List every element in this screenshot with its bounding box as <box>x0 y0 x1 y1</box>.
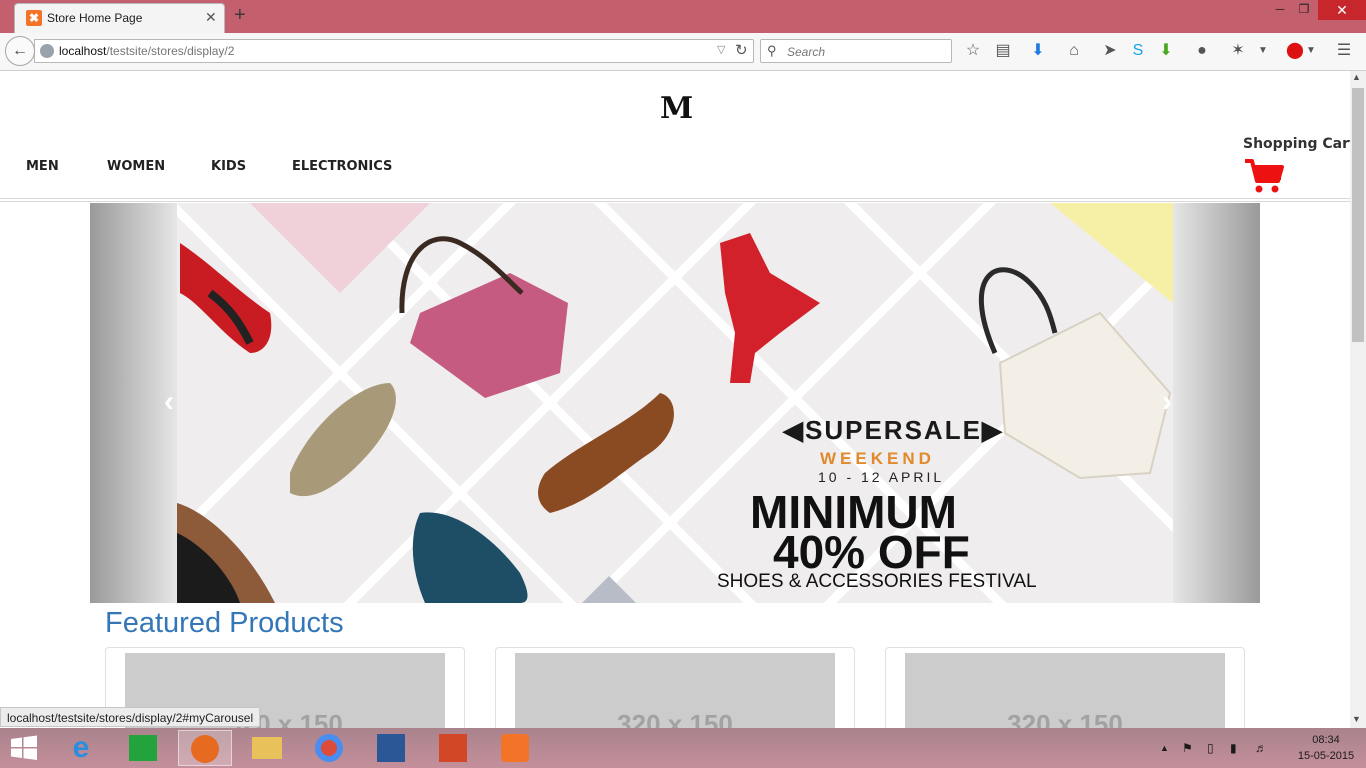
banner-background <box>90 203 1260 603</box>
store-app-icon[interactable] <box>116 730 170 766</box>
banner-sale-title: ◀SUPERSALE▶ <box>783 415 1004 445</box>
file-explorer-icon[interactable] <box>240 730 294 766</box>
url-bar[interactable]: localhost/testsite/stores/display/2 ▽ ↻ <box>34 39 754 63</box>
url-text[interactable]: localhost/testsite/stores/display/2 <box>59 44 234 58</box>
shopping-cart-label[interactable]: Shopping Cart <box>1243 136 1350 152</box>
banner-sale-title-text: SUPERSALE <box>805 415 982 445</box>
taskbar-clock[interactable]: 08:34 15-05-2015 <box>1296 732 1356 764</box>
close-window-icon[interactable]: ✕ <box>1318 0 1366 20</box>
featured-products-heading: Featured Products <box>105 607 344 639</box>
extension-dropdown-icon[interactable]: ▼ <box>1252 40 1274 62</box>
product-card[interactable]: 320 x 150 <box>495 647 855 728</box>
product-card[interactable]: 320 x 150 <box>885 647 1245 728</box>
back-button[interactable]: ← <box>5 36 35 66</box>
extension-icon[interactable]: ✶ <box>1227 40 1249 62</box>
close-tab-icon[interactable]: ✕ <box>205 9 217 26</box>
url-host: localhost <box>59 44 107 58</box>
web-page: M MEN WOMEN KIDS ELECTRONICS Shopping Ca… <box>0 71 1350 728</box>
carousel-prev-icon[interactable]: ‹ <box>164 385 174 419</box>
product-image-label: 320 x 150 <box>1007 709 1123 728</box>
product-image-placeholder[interactable]: 320 x 150 <box>905 653 1225 728</box>
action-center-flag-icon[interactable]: ⚑ <box>1182 728 1193 768</box>
minimize-icon[interactable]: ─ <box>1270 2 1290 20</box>
scrollbar-thumb[interactable] <box>1352 88 1364 342</box>
adblock-dropdown-icon[interactable]: ▼ <box>1300 40 1322 62</box>
restore-icon[interactable]: ❐ <box>1294 2 1314 20</box>
volume-icon[interactable]: ♬ <box>1255 728 1267 768</box>
tab-title: Store Home Page <box>47 11 143 25</box>
search-input[interactable]: Search <box>787 45 825 59</box>
header-divider <box>0 201 1350 202</box>
powerpoint-icon[interactable] <box>426 730 480 766</box>
banner-carousel[interactable]: ‹ › ◀SUPERSALE▶ WEEKEND 10 - 12 APRIL MI… <box>90 203 1260 603</box>
reload-icon[interactable]: ↻ <box>735 41 748 59</box>
shopping-cart-icon[interactable] <box>1244 158 1284 194</box>
internet-explorer-icon[interactable]: e <box>54 730 108 766</box>
download-helper-icon[interactable]: ⬇ <box>1155 40 1177 62</box>
xampp-icon[interactable] <box>488 730 542 766</box>
url-path: /testsite/stores/display/2 <box>106 44 235 58</box>
windows-taskbar: e ▲ ⚑ ▯ ▮ ♬ 08:34 15-05-2015 <box>0 728 1366 768</box>
search-bar[interactable]: ⚲ Search <box>760 39 952 63</box>
clock-time: 08:34 <box>1312 734 1340 746</box>
product-image-placeholder[interactable]: 320 x 150 <box>515 653 835 728</box>
downloads-icon[interactable]: ⬇ <box>1027 40 1049 62</box>
carousel-fade-right <box>1173 203 1260 603</box>
menu-item-electronics[interactable]: ELECTRONICS <box>292 159 392 174</box>
menu-item-kids[interactable]: KIDS <box>211 159 246 174</box>
browser-navbar: localhost/testsite/stores/display/2 ▽ ↻ … <box>0 33 1366 71</box>
menu-icon[interactable]: ☰ <box>1333 40 1355 62</box>
network-icon[interactable]: ▮ <box>1230 728 1237 768</box>
store-logo[interactable]: M <box>660 91 693 126</box>
home-icon[interactable]: ⌂ <box>1063 40 1085 62</box>
xampp-favicon-icon: ✖ <box>26 10 42 26</box>
menu-item-men[interactable]: MEN <box>26 159 59 174</box>
product-image-label: 320 x 150 <box>617 709 733 728</box>
browser-titlebar: ✖ Store Home Page ✕ + ─ ❐ ✕ <box>0 0 1366 33</box>
scroll-up-icon[interactable]: ▲ <box>1352 72 1361 82</box>
scroll-down-icon[interactable]: ▼ <box>1352 714 1361 724</box>
tray-expand-icon[interactable]: ▲ <box>1160 728 1169 768</box>
link-status-bar: localhost/testsite/stores/display/2#myCa… <box>0 707 261 727</box>
browser-tab[interactable]: ✖ Store Home Page ✕ <box>14 3 225 33</box>
battery-icon[interactable]: ▯ <box>1207 728 1214 768</box>
search-icon: ⚲ <box>767 43 777 58</box>
url-dropdown-icon[interactable]: ▽ <box>717 43 725 56</box>
windows-start-icon[interactable] <box>8 734 40 762</box>
chat-icon[interactable]: ● <box>1191 40 1213 62</box>
word-icon[interactable] <box>364 730 418 766</box>
chrome-icon[interactable] <box>302 730 356 766</box>
banner-weekend: WEEKEND <box>820 449 935 468</box>
banner-dates: 10 - 12 APRIL <box>818 469 945 485</box>
carousel-next-icon[interactable]: › <box>1162 385 1172 419</box>
new-tab-icon[interactable]: + <box>234 4 246 27</box>
clock-date: 15-05-2015 <box>1297 750 1355 762</box>
header-divider <box>0 198 1350 199</box>
menu-item-women[interactable]: WOMEN <box>107 159 165 174</box>
send-icon[interactable]: ➤ <box>1099 40 1121 62</box>
bookmark-star-icon[interactable]: ☆ <box>962 40 984 62</box>
skype-icon[interactable]: S <box>1127 40 1149 62</box>
globe-icon <box>40 44 54 58</box>
reading-list-icon[interactable]: ▤ <box>992 40 1014 62</box>
firefox-icon[interactable] <box>178 730 232 766</box>
banner-tagline: SHOES & ACCESSORIES FESTIVAL <box>717 571 1037 592</box>
